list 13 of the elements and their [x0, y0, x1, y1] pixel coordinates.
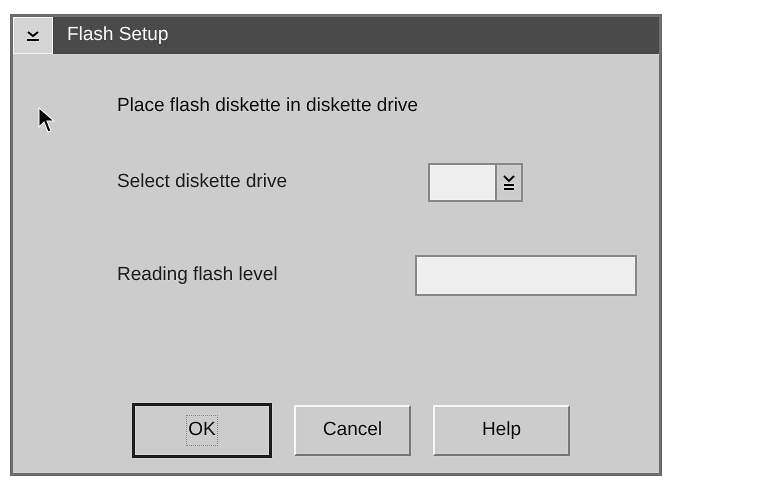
system-menu-icon	[26, 30, 40, 42]
dialog-button[interactable]: Help	[433, 405, 570, 456]
field-label: Reading flash level	[117, 263, 279, 288]
instruction-text: Place flash diskette in diskette drive	[117, 95, 418, 116]
dialog-button[interactable]: Cancel	[294, 405, 411, 456]
mouse-pointer-icon	[38, 107, 58, 135]
system-menu-button[interactable]	[13, 17, 53, 54]
dialog-button[interactable]: OK	[132, 403, 272, 458]
window-title: Flash Setup	[67, 23, 168, 48]
dropdown-arrow-icon	[503, 174, 515, 190]
field-label: Select diskette drive	[117, 170, 288, 194]
flash-level-field[interactable]	[415, 255, 637, 296]
dropdown-button[interactable]	[495, 165, 521, 200]
